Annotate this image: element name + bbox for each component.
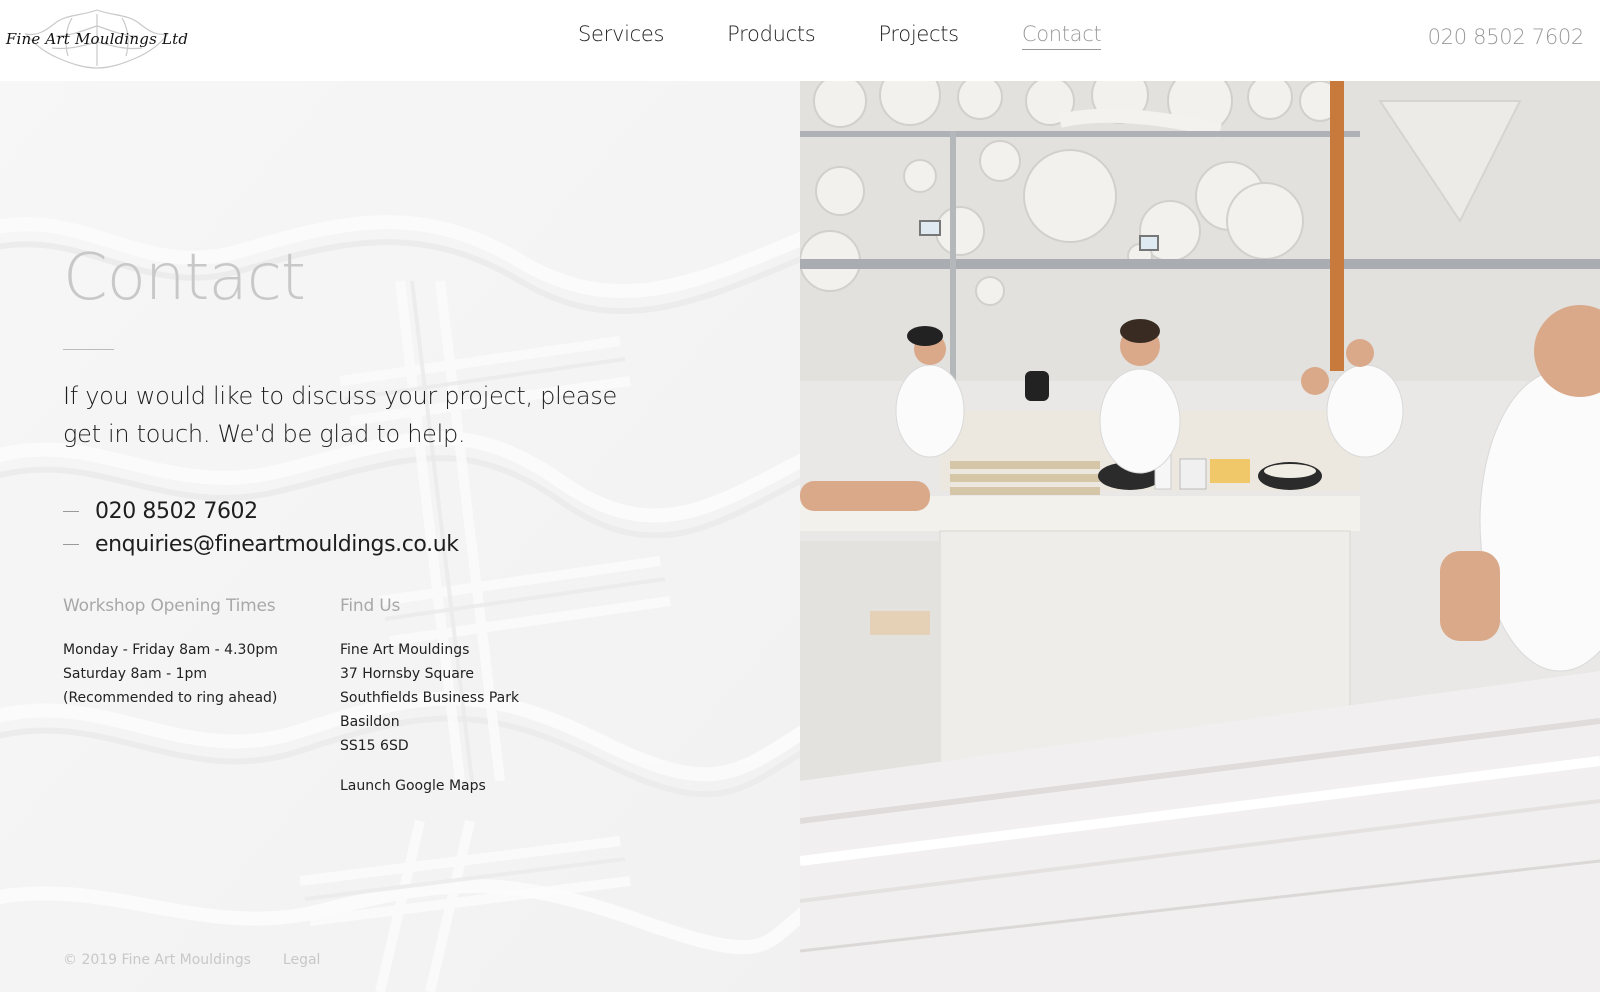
main-nav: Services Products Projects Contact <box>578 22 1102 50</box>
logo[interactable]: Fine Art Mouldings Ltd <box>6 6 188 72</box>
legal-link[interactable]: Legal <box>283 952 321 968</box>
nav-products[interactable]: Products <box>727 22 816 50</box>
opening-times-heading: Workshop Opening Times <box>63 596 276 616</box>
header-phone[interactable]: 020 8502 7602 <box>1428 25 1585 49</box>
contact-phone-link[interactable]: 020 8502 7602 <box>95 499 258 524</box>
contact-list: 020 8502 7602 enquiries@fineartmouldings… <box>63 495 459 561</box>
workshop-photo-image <box>800 81 1600 992</box>
contact-phone-row: 020 8502 7602 <box>63 495 459 528</box>
address-line: SS15 6SD <box>340 738 409 754</box>
address-line: Southfields Business Park <box>340 690 520 706</box>
google-maps-link[interactable]: Launch Google Maps <box>340 778 486 794</box>
contact-email-row: enquiries@fineartmouldings.co.uk <box>63 528 459 561</box>
nav-services[interactable]: Services <box>578 22 664 50</box>
opening-times-line: Monday - Friday 8am - 4.30pm <box>63 642 278 658</box>
address-list: Fine Art Mouldings 37 Hornsby Square Sou… <box>340 638 519 758</box>
contact-email-link[interactable]: enquiries@fineartmouldings.co.uk <box>95 532 459 557</box>
address-line: Fine Art Mouldings <box>340 642 470 658</box>
nav-projects[interactable]: Projects <box>878 22 959 50</box>
site-header: Fine Art Mouldings Ltd Services Products… <box>0 0 1600 81</box>
opening-times-line: Saturday 8am - 1pm <box>63 666 208 682</box>
logo-text: Fine Art Mouldings Ltd <box>5 30 189 48</box>
address-line: Basildon <box>340 714 400 730</box>
dash-icon <box>63 511 79 512</box>
page-title: Contact <box>63 241 306 315</box>
contact-panel: Contact If you would like to discuss you… <box>0 81 800 992</box>
copyright-text: © 2019 Fine Art Mouldings <box>63 952 251 968</box>
opening-times-list: Monday - Friday 8am - 4.30pm Saturday 8a… <box>63 638 278 710</box>
dash-icon <box>63 544 79 545</box>
opening-times-line: (Recommended to ring ahead) <box>63 690 278 706</box>
intro-text: If you would like to discuss your projec… <box>63 382 617 448</box>
address-line: 37 Hornsby Square <box>340 666 474 682</box>
footer: © 2019 Fine Art Mouldings Legal <box>63 952 320 968</box>
find-us-heading: Find Us <box>340 596 401 616</box>
title-divider <box>63 349 114 350</box>
nav-contact[interactable]: Contact <box>1021 22 1102 50</box>
workshop-photo <box>800 81 1600 992</box>
